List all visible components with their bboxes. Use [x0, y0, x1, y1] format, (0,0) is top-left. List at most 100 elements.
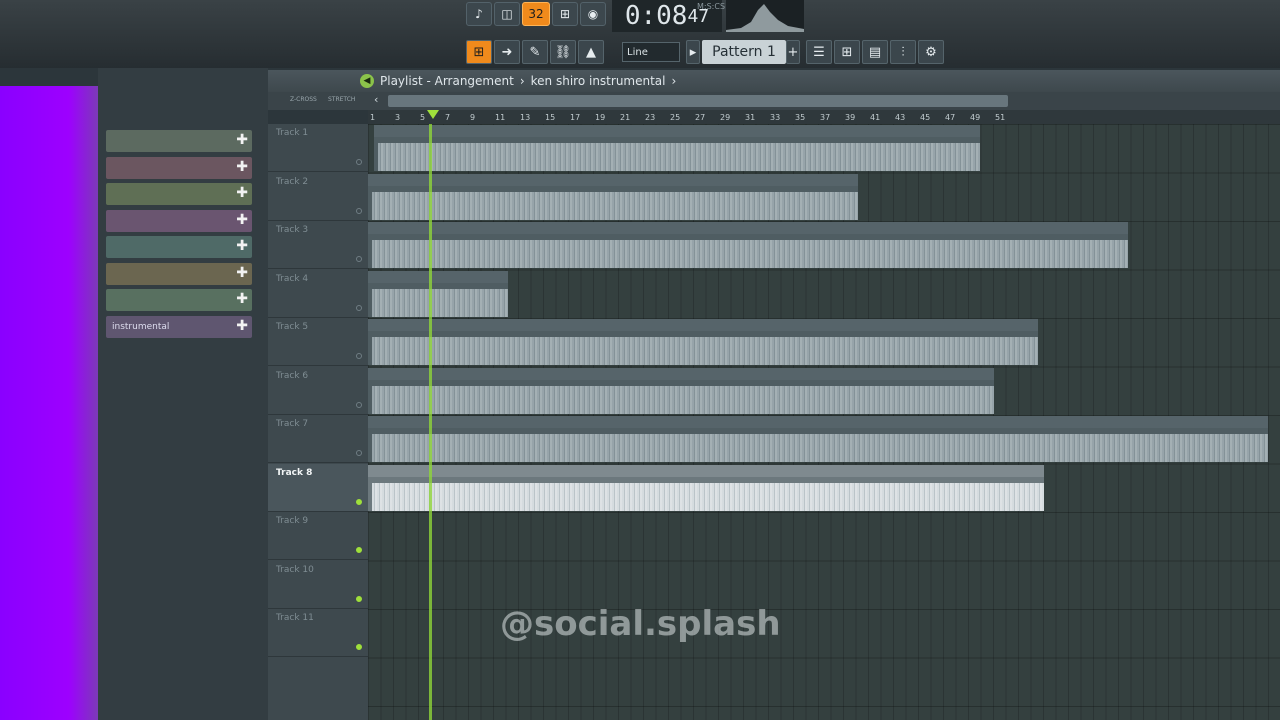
- clip-menu-icon[interactable]: ✕: [372, 319, 381, 328]
- track-header[interactable]: Track 5: [268, 318, 368, 366]
- add-icon[interactable]: ✚: [236, 265, 248, 281]
- waveform: [372, 240, 1128, 268]
- ruler-tick-label: 7: [445, 113, 451, 122]
- browser-item[interactable]: ✚: [106, 130, 252, 152]
- audio-clip[interactable]: ✕ warzonata rmx zano prova: [368, 173, 858, 220]
- track-header[interactable]: Track 6: [268, 367, 368, 415]
- audio-clip[interactable]: ↦ ken shiro instrumental: [368, 464, 1044, 511]
- audio-clip[interactable]: ✕ ciela far emo mix: [368, 222, 1128, 268]
- ruler-tick-label: 27: [695, 113, 706, 122]
- clip-name: 62un7: [387, 125, 413, 134]
- wait-button[interactable]: ◉: [580, 2, 606, 26]
- audio-clip[interactable]: ✕ shhhhhugar: [368, 319, 1038, 365]
- snap-toggle-icon[interactable]: ⊞: [466, 40, 492, 64]
- add-icon[interactable]: ✚: [236, 185, 248, 201]
- channel-browser: ✚ ✚ ✚ ✚ ✚ ✚ ✚ instrumental ✚: [98, 68, 268, 720]
- playhead-marker[interactable]: [427, 110, 439, 119]
- track-mute-led[interactable]: [356, 159, 362, 165]
- piano-roll-icon[interactable]: ⊞: [834, 40, 860, 64]
- clip-menu-icon[interactable]: ↦: [372, 465, 381, 474]
- clip-menu-icon[interactable]: ✕: [372, 222, 381, 231]
- track-mute-led[interactable]: [356, 547, 362, 553]
- track-mute-led[interactable]: [356, 353, 362, 359]
- track-mute-led[interactable]: [356, 256, 362, 262]
- track-mute-led[interactable]: [356, 304, 362, 311]
- chevron-right-icon[interactable]: ›: [672, 74, 677, 88]
- clip-label: ✕ shhhhhugar: [372, 319, 429, 328]
- horizontal-scrollbar[interactable]: [388, 95, 1008, 107]
- timeline-ruler[interactable]: 1 3 5 7 9 11 13 15 17 19 21 23 25 27 29 31 33 35 37 39 41 43 4…: [368, 110, 1280, 124]
- ruler-tick-label: 1: [370, 113, 376, 122]
- audio-clip[interactable]: ✕ lean rmx: [368, 367, 994, 414]
- track-header[interactable]: Track 7: [268, 415, 368, 463]
- zcross-label[interactable]: Z-CROSS: [290, 96, 317, 103]
- ruler-tick-label: 21: [620, 113, 631, 122]
- pattern-prev-icon[interactable]: ▸: [686, 40, 700, 64]
- track-header[interactable]: Track 10: [268, 561, 368, 609]
- clip-menu-icon[interactable]: ✕: [372, 416, 381, 425]
- audio-clip[interactable]: ✕ 62un7: [374, 125, 980, 171]
- mixer-icon[interactable]: ⫶: [890, 40, 916, 64]
- ruler-tick-label: 23: [645, 113, 656, 122]
- track-header[interactable]: Track 8: [268, 463, 368, 512]
- browser-item[interactable]: ✚: [106, 262, 252, 285]
- add-icon[interactable]: ✚: [236, 212, 248, 228]
- browser-item[interactable]: ✚: [106, 156, 252, 179]
- clip-label: ✕ 62un7: [378, 125, 413, 134]
- scroll-left-icon[interactable]: ‹: [374, 93, 378, 106]
- track-mute-led[interactable]: [356, 401, 362, 408]
- track-mute-led[interactable]: [356, 450, 362, 456]
- pattern-selector[interactable]: Pattern 1: [702, 40, 786, 64]
- ruler-tick-label: 17: [570, 113, 581, 122]
- track-header[interactable]: Track 3: [268, 221, 368, 269]
- step-mode-button[interactable]: ◫: [494, 2, 520, 26]
- audio-clip[interactable]: ✕ no way rmx: [368, 416, 1268, 462]
- add-icon[interactable]: ✚: [236, 132, 248, 148]
- playlist-icon[interactable]: ☰: [806, 40, 832, 64]
- track-mute-led[interactable]: [356, 644, 362, 650]
- track-mute-led[interactable]: [356, 595, 362, 602]
- stretch-label[interactable]: STRETCH: [328, 96, 355, 103]
- arrow-icon[interactable]: ➜: [494, 40, 520, 64]
- clip-menu-icon[interactable]: ✕: [372, 271, 381, 280]
- stamp-icon[interactable]: ▲: [578, 40, 604, 64]
- time-format-label: M:S:CS: [697, 2, 726, 11]
- waveform: [372, 385, 994, 414]
- browser-item[interactable]: instrumental ✚: [106, 315, 252, 338]
- add-icon[interactable]: ✚: [236, 318, 248, 334]
- playlist-icon[interactable]: ◀: [360, 74, 374, 88]
- clip-menu-icon[interactable]: ✕: [372, 368, 381, 377]
- plugin-icon[interactable]: ⚙: [918, 40, 944, 64]
- watermark: @social.splash: [500, 604, 781, 644]
- track-mute-led[interactable]: [356, 207, 362, 214]
- add-icon[interactable]: ✚: [236, 238, 248, 254]
- browser-item[interactable]: ✚: [106, 289, 252, 311]
- tempo-knob-button[interactable]: ♪: [466, 2, 492, 26]
- add-icon[interactable]: ✚: [236, 159, 248, 175]
- link-icon[interactable]: ⛓: [550, 40, 576, 64]
- ruler-tick-label: 31: [745, 113, 756, 122]
- track-header[interactable]: Track 4: [268, 270, 368, 318]
- browser-item[interactable]: ✚: [106, 236, 252, 258]
- snap-select[interactable]: Line: [622, 42, 680, 62]
- project-name[interactable]: ken shiro instrumental: [531, 74, 666, 88]
- track-header[interactable]: Track 9: [268, 512, 368, 560]
- browser-item[interactable]: ✚: [106, 183, 252, 205]
- ruler-tick-label: 49: [970, 113, 981, 122]
- track-header[interactable]: Track 2: [268, 173, 368, 221]
- add-icon[interactable]: ✚: [236, 291, 248, 307]
- audio-clip[interactable]: ✕ crazy moon: [368, 270, 508, 317]
- paint-icon[interactable]: ✎: [522, 40, 548, 64]
- ruler-tick-label: 37: [820, 113, 831, 122]
- track-header[interactable]: Track 11: [268, 609, 368, 657]
- metronome-button[interactable]: ⊞: [552, 2, 578, 26]
- channel-rack-icon[interactable]: ▤: [862, 40, 888, 64]
- pattern-add-icon[interactable]: +: [786, 40, 800, 64]
- clip-menu-icon[interactable]: ✕: [378, 125, 387, 134]
- track-header[interactable]: Track 1: [268, 124, 368, 172]
- clip-menu-icon[interactable]: ✕: [372, 174, 381, 183]
- bpm-badge[interactable]: 32: [522, 2, 550, 26]
- track-mute-led[interactable]: [356, 498, 362, 505]
- clip-label: ✕ ciela far emo mix: [372, 222, 451, 231]
- browser-item[interactable]: ✚: [106, 209, 252, 232]
